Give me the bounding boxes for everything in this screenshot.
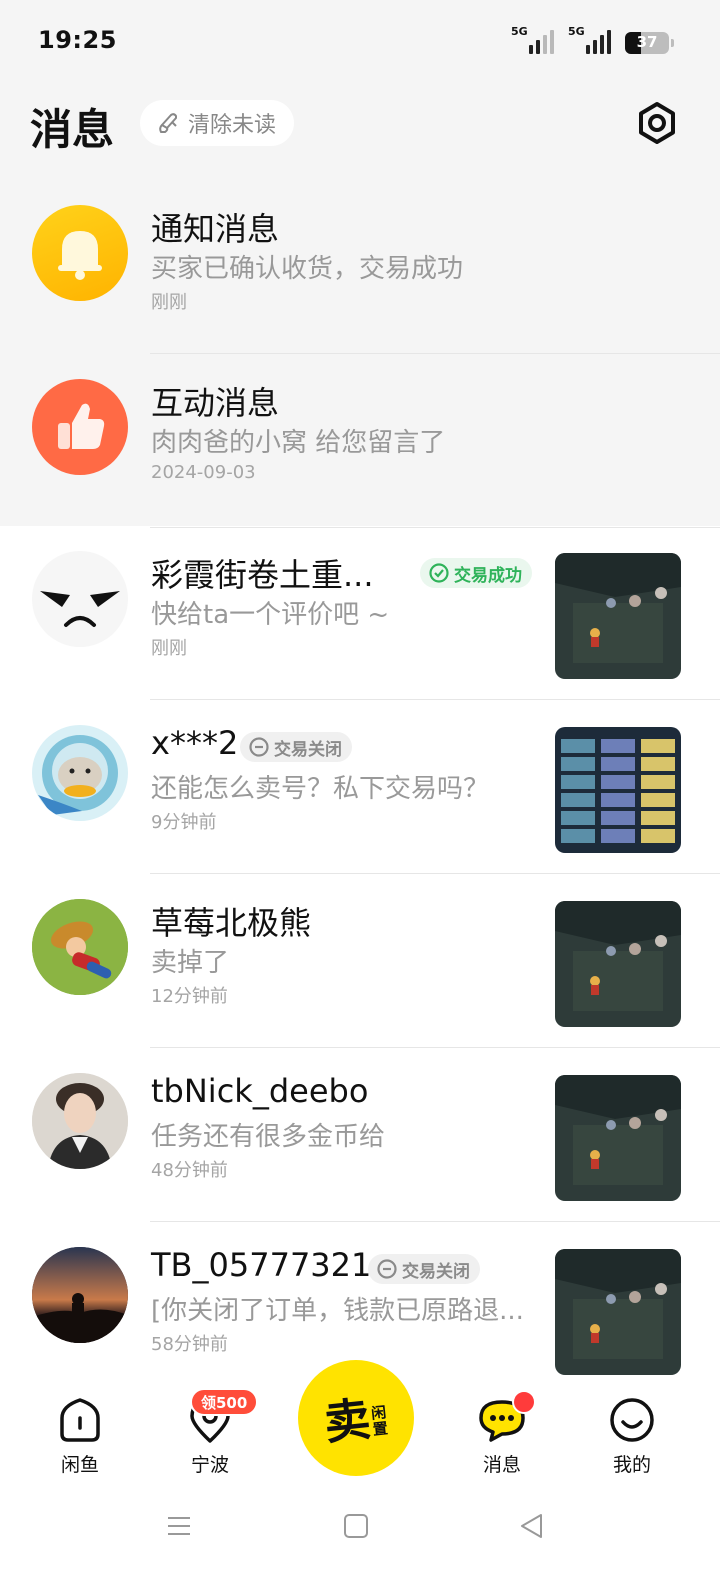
tab-home[interactable]: 闲鱼 [35,1396,125,1477]
avatar [32,1073,128,1169]
message-time: 9分钟前 [151,812,217,833]
item-thumbnail[interactable] [555,727,681,853]
menu-icon[interactable] [165,1512,193,1540]
status-icons: 5G 5G 37 [511,24,674,54]
message-preview: [你关闭了订单，钱款已原路退... [151,1296,524,1326]
contact-name: 彩霞街卷土重... [151,556,374,594]
row-title: 通知消息 [151,210,280,248]
status-badge: 交易关闭 [240,732,352,762]
row-time: 刚刚 [151,292,187,313]
status-badge: 交易关闭 [368,1254,480,1284]
conversation-row[interactable]: tbNick_deebo 任务还有很多金币给 48分钟前 [0,1048,720,1222]
header: 消息 清除未读 [0,84,720,180]
system-navigation-bar [0,1494,720,1584]
message-time: 58分钟前 [151,1334,228,1355]
conversation-row[interactable]: 彩霞街卷土重... 交易成功 快给ta一个评价吧 ~ 刚刚 [0,526,720,700]
contact-name: x***2 [151,724,239,762]
avatar [32,899,128,995]
tab-messages-label: 消息 [482,1454,521,1476]
message-preview: 还能怎么卖号？私下交易吗？ [151,774,490,804]
clear-unread-label: 清除未读 [188,113,277,138]
message-preview: 快给ta一个评价吧 ~ [151,600,390,630]
contact-name: TB_05777321 [151,1246,372,1284]
message-time: 12分钟前 [151,986,228,1007]
interaction-row[interactable]: 互动消息 肉肉爸的小窝 给您留言了 2024-09-03 [0,354,720,528]
row-preview: 买家已确认收货，交易成功 [151,254,464,284]
promo-badge: 领500 [190,1388,259,1416]
status-time: 19:25 [38,26,117,54]
avatar [32,1247,128,1343]
tab-home-label: 闲鱼 [60,1454,99,1476]
check-circle-icon [429,563,449,583]
home-icon [60,1398,100,1442]
minus-circle-icon [249,737,269,757]
sell-sub-label: 闲置 [370,1403,390,1439]
row-time: 2024-09-03 [151,462,256,483]
item-thumbnail[interactable] [555,1249,681,1375]
bottom-tab-bar: 闲鱼 宁波 卖 闲置 消息 我的 [0,1360,720,1494]
home-square-icon[interactable] [342,1512,370,1540]
status-bar: 19:25 5G 5G 37 [0,0,720,84]
minus-circle-icon [377,1259,397,1279]
conversation-row[interactable]: x***2 交易关闭 还能怎么卖号？私下交易吗？ 9分钟前 [0,700,720,874]
settings-icon[interactable] [634,100,680,146]
sell-label: 卖 [322,1391,374,1451]
back-icon[interactable] [518,1512,546,1540]
message-time: 刚刚 [151,638,187,659]
signal-icon-sim2: 5G [568,26,611,54]
signal-icon-sim1: 5G [511,26,554,54]
item-thumbnail[interactable] [555,901,681,1027]
message-preview: 卖掉了 [151,948,230,978]
row-preview: 肉肉爸的小窝 给您留言了 [151,428,446,458]
avatar [32,725,128,821]
notification-row[interactable]: 通知消息 买家已确认收货，交易成功 刚刚 [0,180,720,354]
tab-mine[interactable]: 我的 [587,1396,677,1477]
avatar [32,551,128,647]
contact-name: tbNick_deebo [151,1072,369,1110]
thumbs-up-icon [32,379,128,475]
system-messages: 通知消息 买家已确认收货，交易成功 刚刚 互动消息 肉肉爸的小窝 给您留言了 2… [0,180,720,528]
contact-name: 草莓北极熊 [151,904,312,942]
clear-unread-button[interactable]: 清除未读 [140,100,295,146]
bell-icon [32,205,128,301]
status-badge: 交易成功 [420,558,532,588]
item-thumbnail[interactable] [555,553,681,679]
item-thumbnail[interactable] [555,1075,681,1201]
tab-local-label: 宁波 [190,1454,229,1476]
page-title: 消息 [30,105,115,154]
smiley-icon [610,1398,654,1442]
row-title: 互动消息 [151,384,280,422]
battery-tip [671,39,674,47]
message-preview: 任务还有很多金币给 [151,1122,386,1152]
sell-button[interactable]: 卖 闲置 [298,1360,414,1476]
battery-icon: 37 [625,32,669,54]
tab-mine-label: 我的 [612,1454,651,1476]
conversation-row[interactable]: 草莓北极熊 卖掉了 12分钟前 [0,874,720,1048]
unread-dot [512,1390,536,1414]
broom-icon [159,113,177,133]
message-time: 48分钟前 [151,1160,228,1181]
